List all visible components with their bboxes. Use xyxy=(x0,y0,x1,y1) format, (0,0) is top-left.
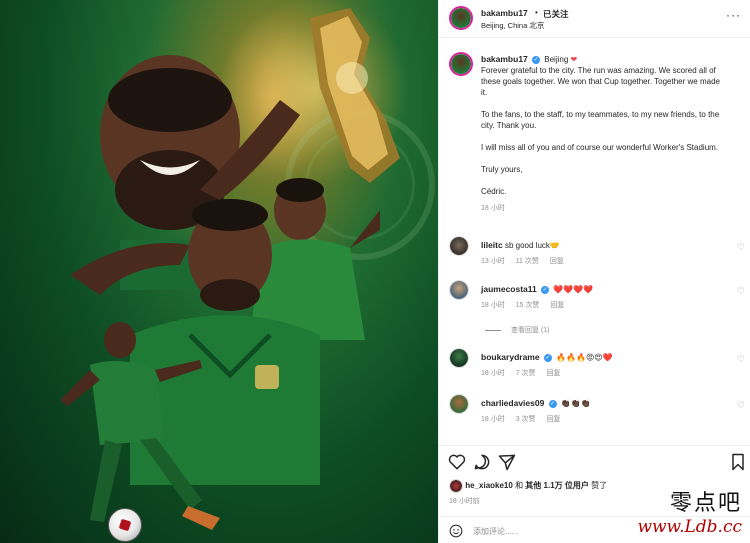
likes-end: 赞了 xyxy=(591,481,608,491)
watermark-url: www.Ldb.cc xyxy=(637,517,742,537)
heart-emoji: ❤ xyxy=(570,55,578,64)
reply-button[interactable]: 回复 xyxy=(550,302,564,309)
heart-icon[interactable]: ♡ xyxy=(737,242,745,253)
verified-icon: ✓ xyxy=(532,55,541,64)
caption-gap xyxy=(481,131,750,142)
heart-icon[interactable]: ♡ xyxy=(737,286,745,297)
liker-username[interactable]: he_xiaoke10 xyxy=(465,481,513,490)
caption-gap xyxy=(481,175,750,186)
caption-line: these goals together. We won that Cup to… xyxy=(481,77,720,86)
comment-item: lileitc sb good luck🤝 13 小时 11 次赞 回复 ♡ xyxy=(449,236,749,276)
post-side-panel: bakambu17 • 已关注 Beijing, China 北京 ··· ba… xyxy=(438,0,750,543)
heart-icon[interactable]: ♡ xyxy=(737,354,745,365)
avatar[interactable] xyxy=(449,479,463,493)
player-running xyxy=(60,322,220,530)
caption-line: Forever grateful to the city. The run wa… xyxy=(481,66,716,75)
caption-gap xyxy=(481,153,750,164)
caption-location-tag: Beijing xyxy=(544,55,569,64)
reply-button[interactable]: 回复 xyxy=(546,370,560,377)
post-location[interactable]: Beijing, China 北京 xyxy=(481,20,544,31)
verified-icon: ✓ xyxy=(548,399,557,408)
comment-item: jaumecosta11 ✓ ❤️❤️❤️❤️ 18 小时 15 次赞 回复 ♡ xyxy=(449,280,749,320)
post-header: bakambu17 • 已关注 Beijing, China 北京 ··· xyxy=(439,0,750,38)
football xyxy=(108,508,142,542)
heart-icon[interactable]: ♡ xyxy=(737,400,745,411)
comment-time: 18 小时 xyxy=(481,302,505,309)
caption-line: it. xyxy=(481,88,488,97)
comment-text: ❤️❤️❤️❤️ xyxy=(553,285,594,294)
avatar[interactable] xyxy=(449,348,469,368)
caption-line: city. Thank you. xyxy=(481,121,537,130)
avatar[interactable] xyxy=(449,280,469,300)
site-watermark: 零点吧 www.Ldb.cc xyxy=(637,485,742,537)
post-time: 18 小时前 xyxy=(449,498,480,505)
comments-scroll-area[interactable]: bakambu17 ✓ Beijing ❤ Forever grateful t… xyxy=(439,46,750,441)
more-icon[interactable]: ··· xyxy=(726,8,741,22)
avatar[interactable] xyxy=(449,6,473,30)
verified-icon: ✓ xyxy=(541,285,549,294)
avatar[interactable] xyxy=(449,394,469,414)
comment-time: 13 小时 xyxy=(481,258,505,265)
heart-icon[interactable] xyxy=(447,452,467,472)
view-replies-button[interactable]: 查看回复 (1) xyxy=(485,325,550,335)
comment-text: 👏🏿👏🏿👏🏿 xyxy=(560,399,591,408)
action-bar xyxy=(439,445,750,475)
caption-gap xyxy=(481,98,750,109)
likes-summary: he_xiaoke10 和 其他 1.1万 位用户 赞了 xyxy=(449,479,607,493)
emoji-icon[interactable] xyxy=(449,524,463,538)
comment-time: 18 小时 xyxy=(481,416,505,423)
follow-status-button[interactable]: 已关注 xyxy=(543,8,569,20)
caption-line: To the fans, to the staff, to my teammat… xyxy=(481,110,720,119)
post-username[interactable]: bakambu17 xyxy=(481,8,528,18)
comment-item: charliedavies09 ✓ 👏🏿👏🏿👏🏿 18 小时 3 次赞 回复 ♡ xyxy=(449,394,749,434)
caption-time: 18 小时 xyxy=(481,205,505,212)
share-icon[interactable] xyxy=(497,452,517,472)
avatar[interactable] xyxy=(449,52,473,76)
reply-button[interactable]: 回复 xyxy=(546,416,560,423)
comment-username[interactable]: charliedavies09 xyxy=(481,398,544,408)
comment-likes[interactable]: 7 次赞 xyxy=(516,370,536,377)
comment-text: sb good luck🤝 xyxy=(504,241,560,250)
comment-likes[interactable]: 15 次赞 xyxy=(516,302,540,309)
comment-icon[interactable] xyxy=(472,452,492,472)
comment-username[interactable]: lileitc xyxy=(481,240,503,250)
caption-line: Truly yours, xyxy=(481,165,523,174)
likes-others[interactable]: 其他 1.1万 位用户 xyxy=(525,481,589,490)
comment-username[interactable]: jaumecosta11 xyxy=(481,284,537,294)
caption-line: Cédric. xyxy=(481,187,507,196)
comment-likes[interactable]: 3 次赞 xyxy=(516,416,536,423)
comment-likes[interactable]: 11 次赞 xyxy=(516,258,539,265)
comment-text: 🔥🔥🔥😡😍❤️ xyxy=(556,353,613,362)
verified-icon: ✓ xyxy=(543,353,552,362)
post-image[interactable] xyxy=(0,0,438,543)
watermark-title: 零点吧 xyxy=(669,491,742,516)
avatar[interactable] xyxy=(449,236,469,256)
caption-line: I will miss all of you and of course our… xyxy=(481,143,719,152)
comment-username[interactable]: boukarydrame xyxy=(481,352,540,362)
bookmark-icon[interactable] xyxy=(728,452,748,472)
caption-username[interactable]: bakambu17 xyxy=(481,54,528,64)
separator-dot: • xyxy=(535,8,538,17)
comment-time: 18 小时 xyxy=(481,370,505,377)
likes-mid: 和 xyxy=(515,481,524,491)
reply-button[interactable]: 回复 xyxy=(550,258,564,265)
comment-item: boukarydrame ✓ 🔥🔥🔥😡😍❤️ 18 小时 7 次赞 回复 ♡ xyxy=(449,348,749,388)
comment-input[interactable]: 添加评论...... xyxy=(473,526,518,537)
